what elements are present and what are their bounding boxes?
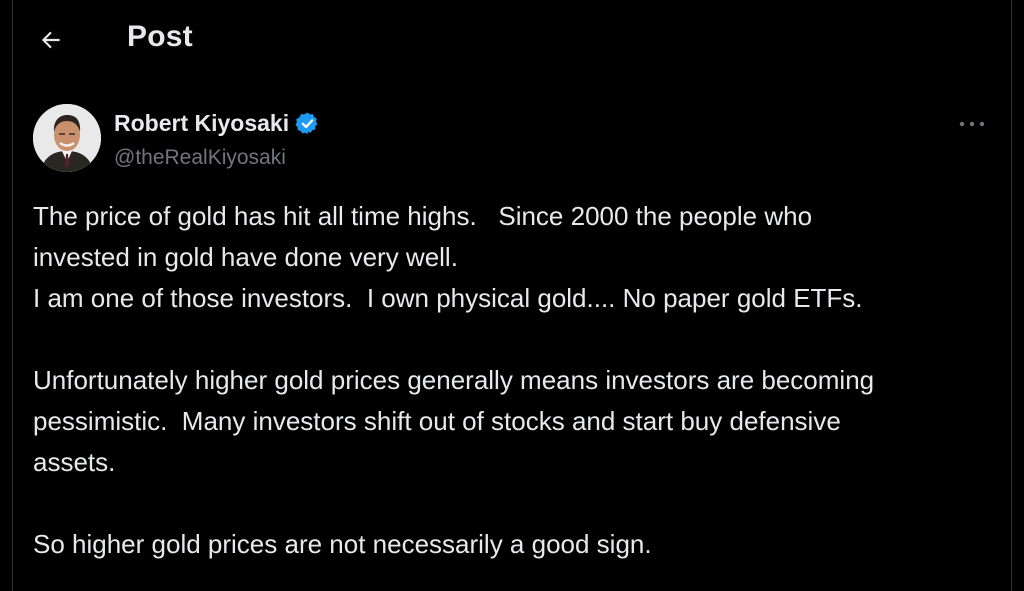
post-text: The price of gold has hit all time highs… — [33, 196, 1003, 565]
display-name-row: Robert Kiyosaki — [114, 110, 320, 137]
display-name[interactable]: Robert Kiyosaki — [114, 110, 289, 137]
more-options-button[interactable] — [955, 112, 989, 136]
user-handle[interactable]: @theRealKiyosaki — [114, 146, 286, 170]
arrow-left-icon — [41, 31, 60, 49]
post-text-line: So higher gold prices are not necessaril… — [33, 529, 652, 559]
post-author: Robert Kiyosaki @theRealKiyosaki — [13, 102, 1011, 178]
post-view: Post Robert Kiyosaki @theRealKiyosaki Th… — [12, 0, 1012, 591]
avatar-image — [33, 104, 101, 172]
verified-badge-icon — [295, 112, 318, 135]
post-text-line: assets. — [33, 447, 116, 477]
post-text-line: invested in gold have done very well. — [33, 242, 458, 272]
avatar[interactable] — [33, 104, 101, 172]
post-text-line: Unfortunately higher gold prices general… — [33, 365, 875, 395]
more-horizontal-icon — [959, 121, 985, 127]
page-title: Post — [127, 20, 193, 53]
post-text-line: The price of gold has hit all time highs… — [33, 201, 813, 231]
top-bar: Post — [13, 0, 1011, 84]
back-button[interactable] — [33, 22, 69, 58]
post-text-line: I am one of those investors. I own physi… — [33, 283, 863, 313]
post-text-line: pessimistic. Many investors shift out of… — [33, 406, 841, 436]
